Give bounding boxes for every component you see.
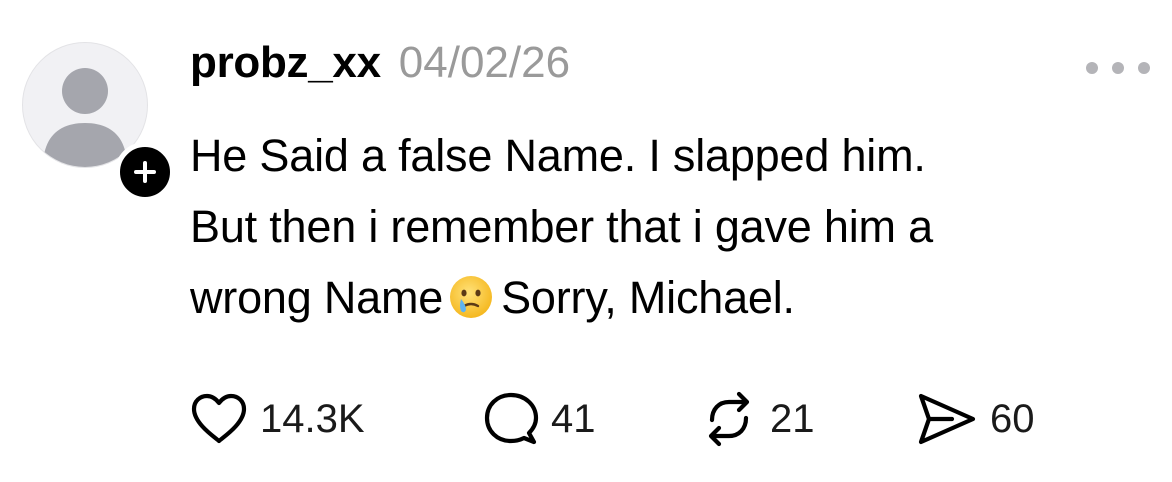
post-date: 04/02/26 xyxy=(398,38,571,87)
repost-count: 21 xyxy=(770,396,815,441)
plus-icon xyxy=(134,161,156,183)
more-options-button[interactable] xyxy=(1086,50,1150,86)
username[interactable]: probz_xx xyxy=(190,38,381,88)
ellipsis-icon xyxy=(1086,62,1098,74)
ellipsis-dot xyxy=(1112,62,1124,74)
post-text-segment: wrong Name xyxy=(190,272,444,323)
ellipsis-dot xyxy=(1138,62,1150,74)
post-card: probz_xx 04/02/26 He Said a false Name. … xyxy=(0,0,1172,482)
post-text-segment: Sorry, Michael. xyxy=(501,272,795,323)
share-button[interactable]: 60 xyxy=(916,389,1035,449)
avatar-container xyxy=(22,42,175,202)
post-text-line: He Said a false Name. I slapped him. xyxy=(190,130,926,181)
send-icon xyxy=(918,393,976,445)
post-text-line: But then i remember that i gave him a xyxy=(190,201,933,252)
repost-icon xyxy=(708,391,750,447)
action-bar: 14.3K 41 21 60 xyxy=(190,389,1090,449)
comment-bubble-icon xyxy=(484,392,539,445)
face-holding-back-tears-icon xyxy=(450,276,493,318)
like-count: 14.3K xyxy=(260,396,365,441)
like-button[interactable]: 14.3K xyxy=(190,389,365,449)
share-count: 60 xyxy=(990,396,1035,441)
reply-button[interactable]: 41 xyxy=(483,389,596,449)
post-header: probz_xx 04/02/26 xyxy=(190,38,570,102)
reply-count: 41 xyxy=(551,396,596,441)
post-body: He Said a false Name. I slapped him. But… xyxy=(190,120,1150,333)
repost-button[interactable]: 21 xyxy=(700,389,815,449)
heart-icon xyxy=(191,393,247,444)
post-text-line-with-emoji: wrong Name Sorry, Michael. xyxy=(190,262,1150,333)
follow-button[interactable] xyxy=(115,142,175,202)
